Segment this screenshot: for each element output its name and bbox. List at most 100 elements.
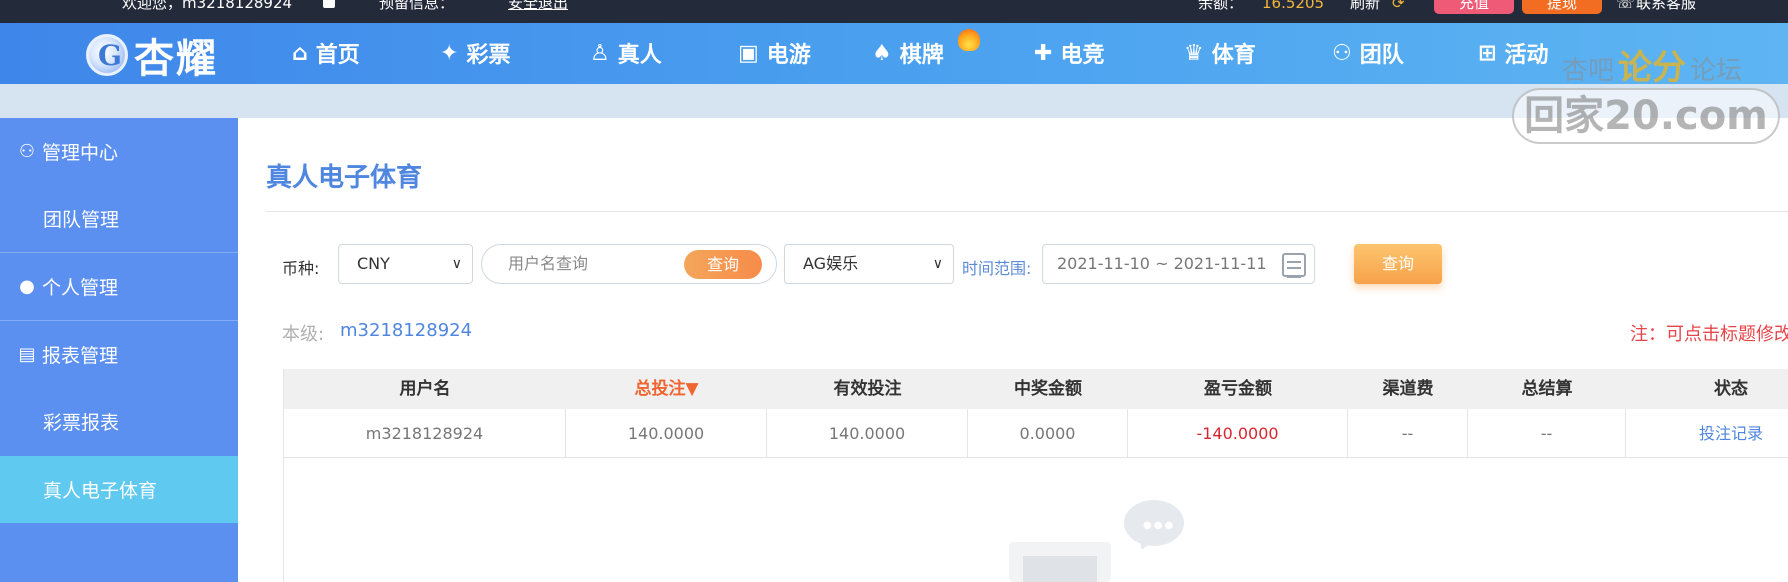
balance-value: 16.5205 [1262,0,1325,12]
empty-box-inner [1023,556,1097,582]
cell-channel-fee: -- [1348,409,1468,458]
column-header-status[interactable]: 状态 [1626,369,1788,409]
refresh-icon[interactable]: ⟳ [1392,0,1405,13]
currency-value: CNY [357,254,390,273]
sidebar-item-team-management[interactable]: 团队管理 [0,185,238,252]
nav-label: 团队 [1359,43,1404,68]
users-icon: ⚇ [18,141,36,162]
welcome-text: 欢迎您，m3218128924 [122,0,293,12]
empty-state-illustration: ●●● [1000,500,1190,582]
column-header-channel-fee[interactable]: 渠道费 [1348,369,1468,409]
hot-flame-icon [958,29,980,51]
nav-live-dealer[interactable]: ♙ 真人 [590,33,662,73]
level-label: 本级: [282,324,325,345]
nav-label: 棋牌 [899,43,944,68]
balance-label: 余额： [1198,0,1244,12]
site-watermark: 杏吧 论分 论坛 回家20.com [1512,40,1784,144]
column-header-username[interactable]: 用户名 [284,369,566,409]
table-row: m3218128924 140.0000 140.0000 0.0000 -14… [284,409,1788,458]
nav-label: 体育 [1211,43,1256,68]
currency-label: 币种: [282,259,320,278]
nav-esports[interactable]: ✚ 电竞 [1034,33,1104,73]
sidebar-item-management-center[interactable]: ⚇ 管理中心 [0,118,238,185]
cell-winnings: 0.0000 [968,409,1128,458]
ellipsis-icon: ●●● [1143,520,1176,531]
sidebar-item-label: 报表管理 [42,345,119,367]
cell-profit-loss: -140.0000 [1128,409,1348,458]
username-search: 用户名查询 查询 [481,244,777,284]
watermark-plate: 回家20.com [1512,88,1780,144]
watermark-line1: 杏吧 论分 论坛 [1562,40,1742,89]
currency-select[interactable]: CNY ∨ [338,244,473,284]
sidebar-item-label: 团队管理 [43,209,120,231]
nav-label: 电竞 [1060,43,1105,68]
column-header-profit-loss[interactable]: 盈亏金额 [1128,369,1348,409]
sidebar-item-lottery-report[interactable]: 彩票报表 [0,388,238,455]
gamepad-icon: ✚ [1034,40,1053,66]
page-title: 真人电子体育 [266,163,423,193]
sidebar-item-label: 彩票报表 [43,412,120,434]
home-icon: ⌂ [292,40,308,66]
refresh-link[interactable]: 刷新 [1350,0,1380,13]
ticket-icon: ✦ [440,40,459,66]
nav-label: 首页 [315,43,360,68]
withdraw-button[interactable]: 提现 [1522,0,1602,14]
nav-sports[interactable]: ♛ 体育 [1184,33,1256,73]
cell-valid-bet: 140.0000 [767,409,968,458]
logout-link[interactable]: 安全退出 [508,0,568,13]
sidebar-item-personal-management[interactable]: ● 个人管理 [0,253,238,320]
column-header-winnings[interactable]: 中奖金额 [968,369,1128,409]
support-link[interactable]: 联系客服 [1636,0,1696,13]
mail-icon[interactable] [323,0,335,8]
cell-username: m3218128924 [284,409,566,458]
platform-select[interactable]: AG娱乐 ∨ [784,244,954,284]
cell-total-settlement: -- [1468,409,1626,458]
cards-icon: ♠ [872,40,892,66]
gift-icon: ⊞ [1478,40,1497,66]
column-header-valid-bet[interactable]: 有效投注 [767,369,968,409]
calendar-icon[interactable] [1282,253,1306,278]
date-range-value: 2021-11-10 ~ 2021-11-11 [1057,254,1267,273]
reserved-message-label: 预留信息： [379,0,455,12]
recharge-button[interactable]: 充值 [1434,0,1514,14]
nav-home[interactable]: ⌂ 首页 [292,33,360,73]
date-range-field[interactable]: 2021-11-10 ~ 2021-11-11 [1042,244,1315,284]
sort-note: 注：可点击标题修改排序 [1630,324,1788,345]
watermark-text: 论坛 [1690,56,1743,86]
dealer-icon: ♙ [590,40,610,66]
g-emblem-icon [86,34,128,76]
sidebar-item-live-electronic-sports[interactable]: 真人电子体育 [0,456,238,523]
cell-total-bet: 140.0000 [566,409,767,458]
nav-label: 电游 [766,43,811,68]
nav-slots[interactable]: ▣ 电游 [738,33,811,73]
bet-records-link[interactable]: 投注记录 [1626,409,1788,458]
sidebar-item-label: 真人电子体育 [43,480,158,502]
watermark-text: 论分 [1618,48,1687,88]
site-logo[interactable]: 杏耀 [86,30,218,82]
level-username[interactable]: m3218128924 [340,320,472,341]
search-input[interactable]: 用户名查询 [508,245,588,283]
platform-value: AG娱乐 [803,254,859,273]
column-header-total-settlement[interactable]: 总结算 [1468,369,1626,409]
table-header: 用户名 总投注▼ 有效投注 中奖金额 盈亏金额 渠道费 总结算 状态 [284,369,1788,409]
sidebar-item-report-management[interactable]: ▤ 报表管理 [0,321,238,388]
sidebar-item-label: 管理中心 [42,142,119,164]
headset-icon: ☏ [1616,0,1635,12]
nav-chess-cards[interactable]: ♠ 棋牌 [872,33,944,73]
logo-text: 杏耀 [134,36,218,82]
nav-label: 彩票 [466,43,511,68]
report-icon: ▤ [18,344,36,365]
column-header-total-bet[interactable]: 总投注▼ [566,369,767,409]
trophy-icon: ♛ [1184,40,1204,66]
user-icon: ● [19,276,35,297]
query-button[interactable]: 查询 [1354,244,1442,284]
sidebar: ⚇ 管理中心 团队管理 ● 个人管理 ▤ 报表管理 彩票报表 真人电子体育 [0,118,238,582]
arcade-icon: ▣ [738,40,759,66]
nav-lottery[interactable]: ✦ 彩票 [440,33,510,73]
nav-label: 真人 [617,43,662,68]
chevron-down-icon: ∨ [932,256,943,272]
top-bar: 欢迎您，m3218128924 预留信息： 安全退出 余额： 16.5205 刷… [0,0,1788,23]
search-button[interactable]: 查询 [684,250,762,279]
nav-team[interactable]: ⚇ 团队 [1332,33,1404,73]
time-range-label: 时间范围: [962,259,1032,278]
